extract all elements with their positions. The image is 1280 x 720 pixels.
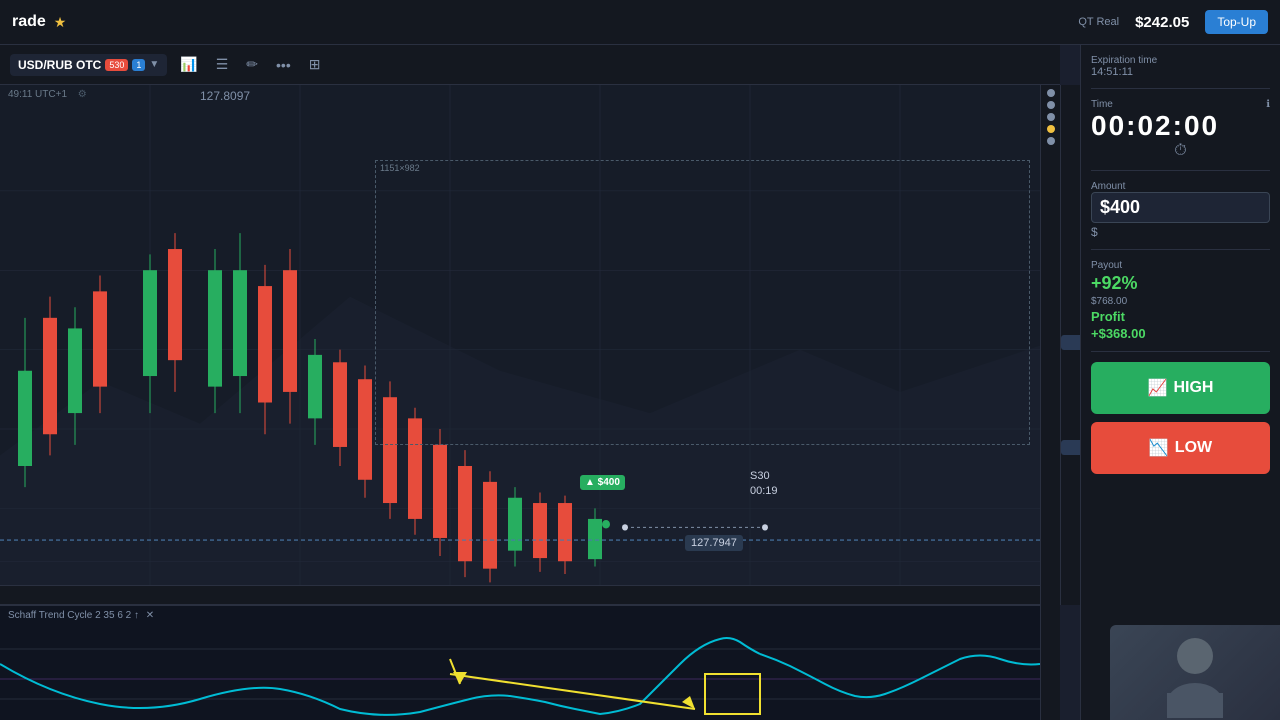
balance-amount: $242.05 xyxy=(1135,14,1189,31)
expiry-label: Expiration time xyxy=(1091,55,1270,66)
high-button[interactable]: 📈 HIGH xyxy=(1091,362,1270,414)
trade-marker: ▲ $400 xyxy=(580,475,625,490)
indicators-icon[interactable]: ☰ xyxy=(211,53,234,76)
amount-currency: $ xyxy=(1091,225,1270,239)
layout-icon[interactable]: ⊞ xyxy=(304,53,326,76)
payout-amount: $768.00 xyxy=(1091,296,1270,307)
chart-toolbar: USD/RUB OTC 530 1 ▼ 📊 ☰ ✏ ••• ⊞ xyxy=(0,45,1060,85)
right-panel: Expiration time 14:51:11 Time ℹ 00:02:00… xyxy=(1080,45,1280,720)
payout-label: Payout xyxy=(1091,260,1270,271)
asset-selector[interactable]: USD/RUB OTC 530 1 ▼ xyxy=(10,54,167,76)
chart-area: 49:11 UTC+1 ⚙ 127.8097 1151×982 xyxy=(0,85,1060,720)
draw-icon[interactable]: ✏ xyxy=(241,53,263,76)
indicator-chart xyxy=(0,624,1040,720)
payout-value: +92% xyxy=(1091,273,1270,294)
amount-label: Amount xyxy=(1091,181,1270,192)
mini-tool-5[interactable] xyxy=(1047,137,1055,145)
divider-4 xyxy=(1091,351,1270,352)
more-tools-icon[interactable]: ••• xyxy=(271,54,296,76)
mini-tool-2[interactable] xyxy=(1047,101,1055,109)
s30-label: S30 xyxy=(750,470,770,482)
divider-1 xyxy=(1091,88,1270,89)
expiry-value: 14:51:11 xyxy=(1091,66,1270,78)
trade-amount-badge: ▲ $400 xyxy=(580,475,625,490)
brand-name: rade xyxy=(12,13,46,31)
price-at-cursor: 127.7947 xyxy=(685,535,743,551)
account-type: QT Real xyxy=(1078,16,1119,28)
amount-section: Amount $ xyxy=(1091,181,1270,239)
countdown-clock-icon: ⏱ xyxy=(1091,142,1270,160)
profit-value: +$368.00 xyxy=(1091,326,1270,341)
top-bar: rade ★ QT Real $242.05 Top-Up xyxy=(0,0,1280,45)
time-info-icon[interactable]: ℹ xyxy=(1266,99,1270,110)
high-icon: 📈 xyxy=(1148,378,1168,398)
asset-badge-1: 530 xyxy=(105,59,128,71)
divider-2 xyxy=(1091,170,1270,171)
webcam-person-svg xyxy=(1145,628,1245,718)
asset-badge-2: 1 xyxy=(132,59,145,71)
time-section-label: Time xyxy=(1091,99,1113,110)
top-bar-right: QT Real $242.05 Top-Up xyxy=(1078,10,1268,34)
indicator-label: Schaff Trend Cycle 2 35 6 2 ↑ ✕ xyxy=(8,610,154,621)
low-label: LOW xyxy=(1175,439,1212,457)
expiry-section: Expiration time 14:51:11 xyxy=(1091,55,1270,78)
profit-label: Profit xyxy=(1091,309,1270,324)
webcam-feed xyxy=(1110,625,1280,720)
indicator-panel: Schaff Trend Cycle 2 35 6 2 ↑ ✕ xyxy=(0,605,1060,720)
high-label: HIGH xyxy=(1173,379,1213,397)
payout-section: Payout +92% $768.00 Profit +$368.00 xyxy=(1091,260,1270,341)
asset-name: USD/RUB OTC xyxy=(18,58,101,72)
top-bar-left: rade ★ xyxy=(12,13,66,31)
star-icon: ★ xyxy=(54,14,67,31)
top-up-button[interactable]: Top-Up xyxy=(1205,10,1268,34)
mini-tool-3[interactable] xyxy=(1047,113,1055,121)
mini-tool-4[interactable] xyxy=(1047,125,1055,133)
mini-tools-sidebar xyxy=(1040,85,1060,720)
time-section: Time ℹ 00:02:00 ⏱ xyxy=(1091,99,1270,160)
indicator-close[interactable]: ✕ xyxy=(146,610,154,621)
webcam-overlay xyxy=(1110,625,1280,720)
asset-dropdown-arrow: ▼ xyxy=(149,59,159,70)
time-bar xyxy=(0,585,1060,605)
chart-type-icon[interactable]: 📊 xyxy=(175,53,202,76)
low-button[interactable]: 📉 LOW xyxy=(1091,422,1270,474)
time-countdown: 00:02:00 xyxy=(1091,110,1270,142)
low-icon: 📉 xyxy=(1149,438,1169,458)
trade-time-label: 00:19 xyxy=(750,485,778,497)
divider-3 xyxy=(1091,249,1270,250)
amount-input[interactable] xyxy=(1091,192,1270,223)
mini-tool-1[interactable] xyxy=(1047,89,1055,97)
